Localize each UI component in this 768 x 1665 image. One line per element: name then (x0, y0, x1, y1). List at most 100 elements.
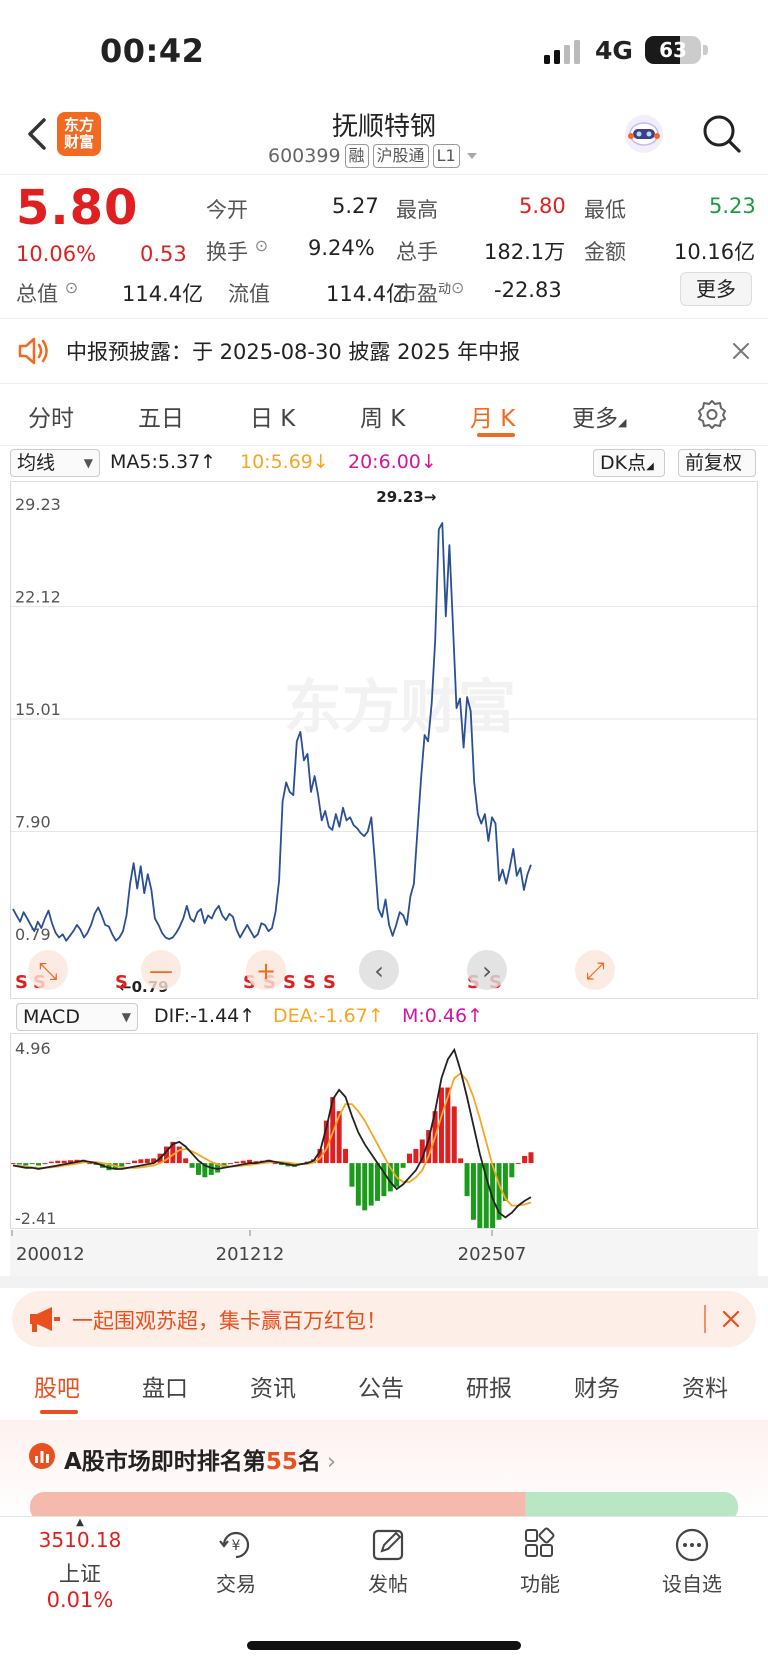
index-ticker[interactable]: ▲ 3510.18 上证 0.01% (30, 1517, 130, 1612)
amount-value: 10.16亿 (674, 240, 756, 264)
macd-histogram-bar (355, 1163, 361, 1206)
nav-trade[interactable]: ¥ 交易 (186, 1527, 286, 1597)
earnings-notice-bar[interactable]: 中报预披露：于 2025-08-30 披露 2025 年中报 (0, 322, 768, 380)
macd-histogram-bar (195, 1163, 201, 1175)
macd-control-row: MACD ▼ DIF:-1.44↑ DEA:-1.67↑ M:0.46↑ (0, 1001, 768, 1033)
x-tick-label: 200012 (16, 1244, 85, 1265)
x-tick-label: 202507 (458, 1244, 527, 1265)
ma-control-row: 均线 ▼ MA5:5.37↑ 10:5.69↓ 20:6.00↓ DK点◢ 前复权 (0, 447, 768, 479)
settings-gear-icon[interactable] (697, 399, 727, 429)
fullscreen-icon[interactable]: ⤢ (575, 950, 615, 990)
tab-order-book[interactable]: 盘口 (142, 1369, 188, 1403)
tab-news[interactable]: 资讯 (250, 1369, 296, 1403)
tab-more[interactable]: 更多◢ (572, 399, 626, 433)
rank-suffix: 名 (297, 1449, 321, 1475)
index-value: 3510.18 (38, 1528, 122, 1552)
tab-daily-k[interactable]: 日 K (250, 399, 295, 433)
nav-trade-label: 交易 (216, 1572, 256, 1596)
change-amount: 0.53 (140, 242, 187, 266)
macd-histogram-bar (189, 1163, 195, 1168)
tab-research[interactable]: 研报 (466, 1369, 512, 1403)
macd-histogram-bar (438, 1087, 444, 1164)
scroll-left-icon[interactable]: ‹ (359, 950, 399, 990)
high-label: 最高 (396, 198, 438, 222)
stock-code: 600399 (268, 145, 341, 167)
stock-code-row[interactable]: 600399 融 沪股通 L1 (268, 144, 480, 168)
tab-profile[interactable]: 资料 (682, 1369, 728, 1403)
low-value: 5.23 (709, 194, 756, 218)
level-tag: L1 (432, 144, 460, 168)
tab-monthly-k[interactable]: 月 K (470, 399, 515, 433)
info-circle-icon[interactable]: ⊙ (451, 278, 464, 297)
nav-functions[interactable]: 功能 (490, 1527, 590, 1597)
close-icon[interactable] (732, 342, 750, 360)
monthly-k-chart[interactable]: 29.23 22.12 15.01 7.90 0.79 东方财富 29.23→ ←0.79 S S… (10, 481, 758, 999)
m-value: M:0.46↑ (402, 1005, 484, 1027)
macd-chart[interactable]: 4.96 -2.41 (10, 1033, 758, 1229)
macd-histogram-bar (458, 1158, 464, 1164)
ma5-value: MA5:5.37↑ (110, 451, 217, 473)
megaphone-icon (30, 1307, 60, 1332)
market-cap-label: 总值 (16, 282, 58, 306)
macd-histogram-bar (138, 1159, 144, 1164)
macd-histogram-bar (528, 1152, 534, 1164)
robot-assistant-icon[interactable] (622, 112, 666, 156)
volume-label: 总手 (396, 240, 438, 264)
nav-post[interactable]: 发帖 (338, 1527, 438, 1597)
nav-button-glyph: — (149, 957, 173, 985)
dk-label: DK点 (600, 452, 647, 474)
turnover-value: 9.24% (308, 236, 375, 260)
y-tick-label: 4.96 (15, 1039, 51, 1058)
rank-prefix: A股市场即时排名第 (64, 1449, 266, 1475)
ma-select-label: 均线 (17, 452, 56, 474)
macd-histogram-bar (48, 1161, 54, 1164)
edit-post-icon (372, 1529, 404, 1561)
tab-weekly-k[interactable]: 周 K (360, 399, 405, 433)
market-cap-value: 114.4亿 (122, 282, 204, 306)
macd-histogram-bar (406, 1153, 412, 1164)
tab-forum[interactable]: 股吧 (34, 1369, 80, 1403)
ma-select[interactable]: 均线 ▼ (10, 449, 100, 477)
macd-histogram-bar (343, 1148, 349, 1164)
ranking-chart-icon (29, 1443, 55, 1469)
more-quote-button[interactable]: 更多 (680, 272, 752, 306)
dea-value: DEA:-1.67↑ (273, 1005, 384, 1027)
index-name: 上证 (59, 1562, 101, 1586)
tab-finance[interactable]: 财务 (574, 1369, 620, 1403)
nav-add-watchlist[interactable]: 设自选 (642, 1527, 742, 1597)
macd-histogram-bar (87, 1163, 93, 1165)
macd-histogram-bar (61, 1160, 67, 1164)
macd-histogram-bar (464, 1163, 470, 1197)
zoom-in-icon[interactable]: + (246, 950, 286, 990)
scroll-right-icon[interactable]: › (467, 950, 507, 990)
search-icon[interactable] (700, 112, 744, 156)
network-type: 4G (595, 36, 633, 65)
collapse-arrows-icon[interactable]: ⤡ (28, 950, 68, 990)
zoom-out-icon[interactable]: — (141, 950, 181, 990)
info-circle-icon[interactable]: ⊙ (65, 278, 78, 297)
promo-banner[interactable]: 一起围观苏超，集卡赢百万红包！ (12, 1291, 756, 1347)
macd-histogram-bar (11, 1163, 16, 1165)
macd-chart-svg: 4.96 -2.41 (11, 1039, 534, 1228)
dropdown-caret-icon (466, 153, 477, 159)
tab-announcements[interactable]: 公告 (358, 1369, 404, 1403)
close-icon[interactable] (722, 1310, 740, 1328)
macd-histogram-bar (349, 1163, 355, 1187)
tab-five-day[interactable]: 五日 (138, 399, 184, 433)
current-price: 5.80 (16, 180, 139, 236)
macd-histogram-bar (272, 1163, 278, 1165)
svg-text:¥: ¥ (232, 1538, 241, 1554)
dk-point-button[interactable]: DK点◢ (593, 449, 665, 477)
market-rank-card[interactable]: A股市场即时排名第55名 › (0, 1420, 768, 1522)
margin-tag: 融 (344, 144, 369, 168)
caret-up-icon: ▲ (76, 1517, 84, 1528)
stock-header: 东方 财富 抚顺特钢 600399 融 沪股通 L1 (0, 100, 768, 175)
indicator-select[interactable]: MACD ▼ (16, 1003, 138, 1031)
macd-histogram-bar (16, 1163, 22, 1165)
macd-histogram-bar (132, 1160, 138, 1164)
adjust-price-button[interactable]: 前复权 (678, 449, 756, 477)
period-tabs: 分时 五日 日 K 周 K 月 K 更多◢ (0, 385, 768, 443)
info-circle-icon[interactable]: ⊙ (255, 236, 268, 255)
tab-intraday[interactable]: 分时 (28, 399, 74, 433)
rank-text: A股市场即时排名第55名 › (64, 1442, 336, 1476)
